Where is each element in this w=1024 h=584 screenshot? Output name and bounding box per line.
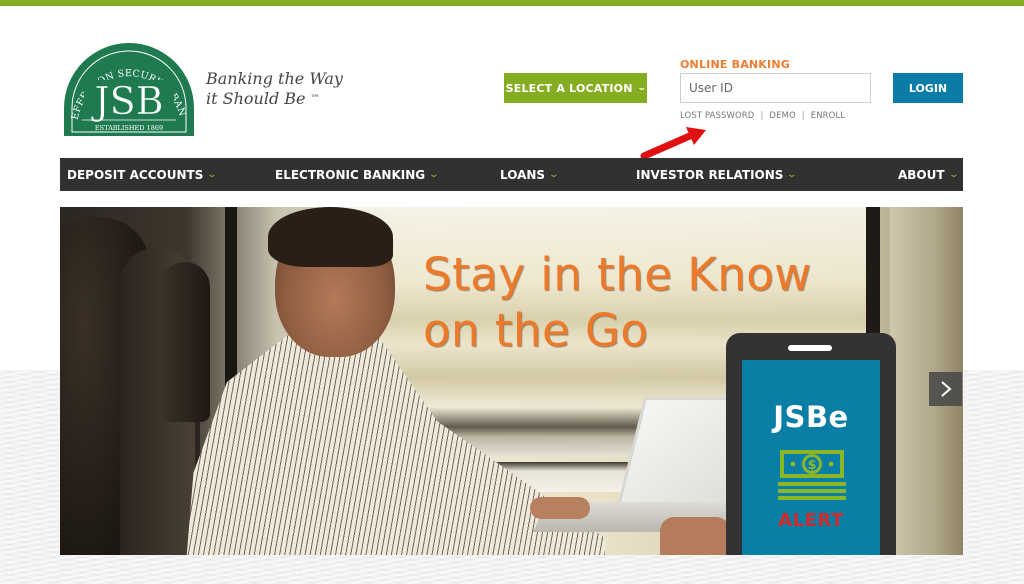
select-location-label: SELECT A LOCATION: [505, 81, 633, 95]
money-icon: $: [778, 450, 846, 500]
tagline-line-2: it Should Be: [206, 89, 306, 108]
select-location-button[interactable]: SELECT A LOCATION ⌄: [504, 73, 647, 103]
trademark-symbol: ™: [310, 94, 320, 104]
hero-photo-person: [660, 517, 730, 555]
phone-screen: JSBe $ ALERT: [742, 360, 880, 555]
nav-item-label: ELECTRONIC BANKING: [275, 167, 426, 182]
hero-photo-person: [530, 497, 590, 519]
chevron-down-icon: ⌄: [786, 169, 798, 180]
tagline: Banking the Way it Should Be ™: [206, 69, 343, 109]
chevron-right-icon: [940, 381, 952, 397]
nav-item-loans[interactable]: LOANS ⌄: [500, 158, 560, 191]
chevron-down-icon: ⌄: [948, 169, 959, 180]
chevron-down-icon: ⌄: [636, 83, 647, 93]
chevron-down-icon: ⌄: [206, 169, 218, 180]
svg-text:$: $: [807, 458, 816, 473]
nav-item-electronic-banking[interactable]: ELECTRONIC BANKING ⌄: [275, 158, 440, 191]
online-banking-heading: ONLINE BANKING: [680, 58, 790, 71]
nav-item-label: LOANS: [500, 167, 546, 182]
phone-speaker: [788, 345, 832, 351]
demo-link[interactable]: DEMO: [769, 111, 795, 121]
hero-photo-seat: [160, 262, 210, 422]
hero-headline-line-1: Stay in the Know: [423, 248, 812, 301]
nav-item-about[interactable]: ABOUT ⌄: [898, 158, 959, 191]
user-id-input[interactable]: [680, 73, 871, 103]
tagline-line-1: Banking the Way: [206, 69, 343, 88]
nav-item-investor-relations[interactable]: INVESTOR RELATIONS ⌄: [636, 158, 798, 191]
bank-logo[interactable]: JEFFERSON SECURITY BANK JSB ESTABLISHED …: [62, 38, 196, 136]
login-button[interactable]: LOGIN: [893, 73, 963, 103]
phone-illustration: JSBe $ ALERT: [726, 333, 896, 555]
enroll-link[interactable]: ENROLL: [811, 111, 845, 121]
chevron-down-icon: ⌄: [548, 169, 560, 180]
online-banking-links: LOST PASSWORD | DEMO | ENROLL: [680, 111, 845, 121]
red-annotation-arrow-icon: [640, 127, 706, 160]
slider-next-button[interactable]: [929, 372, 962, 406]
nav-item-label: INVESTOR RELATIONS: [636, 167, 784, 182]
alert-badge: ALERT: [778, 510, 844, 531]
jsb-logo-icon: JEFFERSON SECURITY BANK JSB ESTABLISHED …: [62, 38, 194, 136]
hero-slide[interactable]: Stay in the Know on the Go JSBe $ ALERT: [60, 207, 963, 555]
hero-photo-person: [268, 207, 393, 267]
app-name: JSBe: [773, 400, 849, 434]
nav-item-label: DEPOSIT ACCOUNTS: [67, 167, 204, 182]
link-separator: |: [801, 111, 805, 121]
logo-monogram: JSB: [90, 79, 163, 123]
link-separator: |: [760, 111, 764, 121]
nav-item-label: ABOUT: [898, 167, 945, 182]
logo-established: ESTABLISHED 1869: [95, 124, 163, 132]
nav-item-deposit-accounts[interactable]: DEPOSIT ACCOUNTS ⌄: [67, 158, 218, 191]
main-nav: DEPOSIT ACCOUNTS ⌄ ELECTRONIC BANKING ⌄ LO…: [60, 158, 963, 191]
chevron-down-icon: ⌄: [428, 169, 440, 180]
lost-password-link[interactable]: LOST PASSWORD: [680, 111, 754, 121]
top-accent-bar: [0, 0, 1024, 6]
